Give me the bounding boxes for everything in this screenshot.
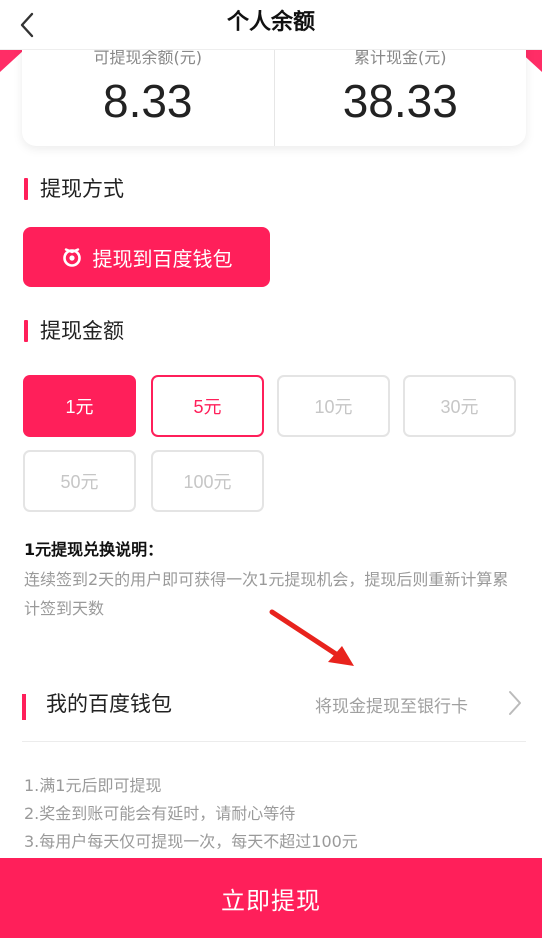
baidu-wallet-method-label: 提现到百度钱包	[92, 246, 233, 271]
chevron-right-icon	[509, 691, 521, 715]
total-cash-value: 38.33	[342, 75, 458, 127]
amount-option-5[interactable]: 5元	[151, 375, 264, 437]
note-item: 2.奖金到账可能会有延时，请耐心等待	[24, 804, 296, 823]
section-accent-bar	[24, 178, 28, 200]
notes-list: 1.满1元后即可提现 2.奖金到账可能会有延时，请耐心等待 3.每用户每天仅可提…	[24, 772, 358, 856]
my-baidu-wallet-row[interactable]: 我的百度钱包 将现金提现至银行卡	[22, 676, 526, 742]
note-item: 1.满1元后即可提现	[24, 776, 162, 795]
page-title: 个人余额	[226, 10, 315, 35]
withdraw-amount-title: 提现金额	[40, 319, 124, 343]
rule-title: 1元提现兑换说明：	[24, 540, 164, 559]
decorative-corner-left	[0, 50, 24, 72]
baidu-wallet-method-button[interactable]: 提现到百度钱包	[23, 227, 270, 287]
withdraw-method-title: 提现方式	[40, 177, 124, 201]
amount-option-30[interactable]: 30元	[403, 375, 516, 437]
red-arrow-annotation	[269, 609, 354, 666]
amount-option-100[interactable]: 100元	[151, 450, 264, 512]
withdraw-now-button[interactable]: 立即提现	[0, 858, 542, 938]
withdrawable-balance-value: 8.33	[102, 75, 193, 127]
note-item: 3.每用户每天仅可提现一次，每天不超过100元	[24, 832, 358, 851]
withdraw-amount-heading: 提现金额	[24, 319, 124, 343]
top-nav-bar: 个人余额	[0, 0, 542, 50]
amount-option-1[interactable]: 1元	[23, 375, 136, 437]
my-baidu-wallet-label: 我的百度钱包	[46, 692, 172, 716]
baidu-wallet-icon	[62, 248, 81, 267]
section-accent-bar	[22, 694, 26, 720]
amount-option-10[interactable]: 10元	[277, 375, 390, 437]
withdraw-to-bank-hint: 将现金提现至银行卡	[315, 697, 468, 717]
withdraw-method-heading: 提现方式	[24, 177, 124, 201]
section-accent-bar	[24, 320, 28, 342]
amount-option-50[interactable]: 50元	[23, 450, 136, 512]
